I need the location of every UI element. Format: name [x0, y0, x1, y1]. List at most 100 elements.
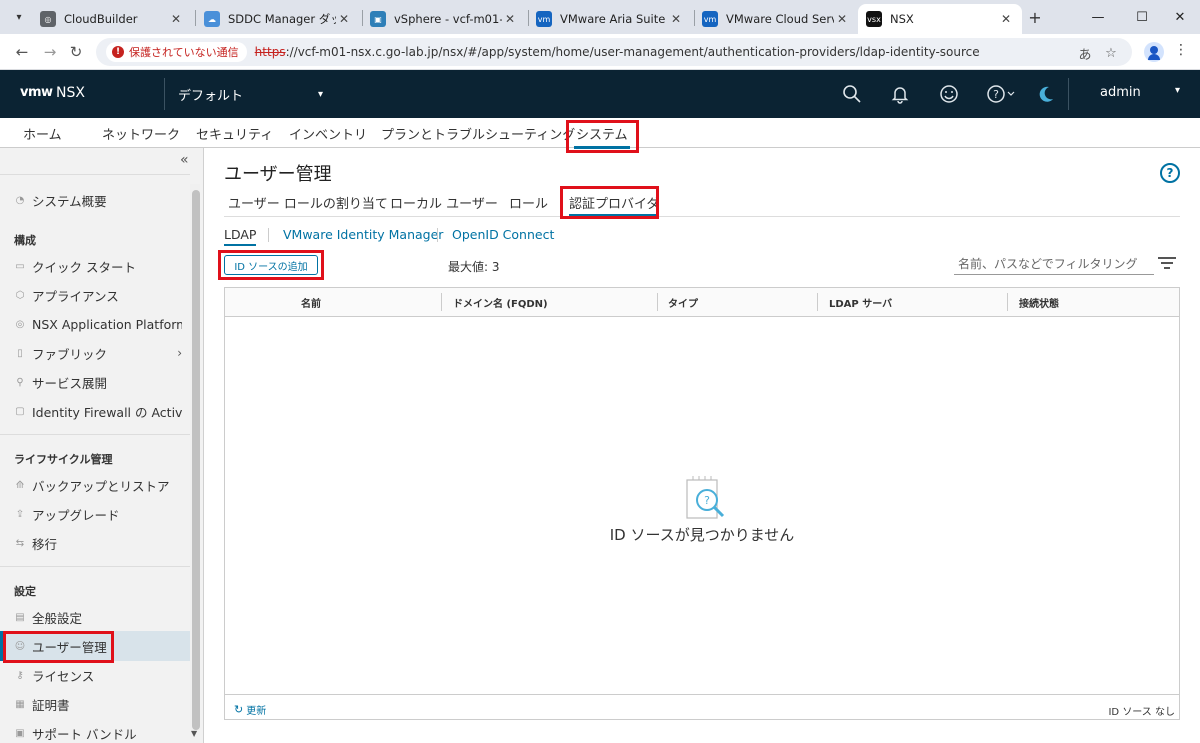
browser-tab[interactable]: vm VMware Aria Suite Lifecycle ✕ — [528, 4, 692, 34]
nav-networking[interactable]: ネットワーク — [102, 124, 180, 143]
sidebar-active-indicator — [0, 631, 3, 661]
close-icon[interactable]: ✕ — [834, 11, 850, 27]
subtab-ldap[interactable]: LDAP — [224, 227, 257, 246]
filter-input[interactable] — [954, 253, 1154, 275]
support-bundle-icon: ▣ — [15, 727, 25, 739]
column-header-name[interactable]: 名前 — [301, 288, 321, 317]
help-menu-icon[interactable]: ? — [986, 82, 1016, 106]
browser-tab[interactable]: ▣ vSphere - vcf-m01-vc-01.c ✕ — [362, 4, 526, 34]
browser-tab[interactable]: ◎ CloudBuilder ✕ — [32, 4, 192, 34]
chevron-down-icon: ▾ — [317, 89, 323, 100]
cloud-icon: ☁ — [204, 11, 220, 27]
nav-home[interactable]: ホーム — [23, 124, 62, 143]
tab-search-chevron-icon[interactable]: ▾ — [8, 6, 30, 28]
search-icon[interactable] — [840, 82, 864, 106]
address-bar[interactable]: ! 保護されていない通信 https ://vcf-m01-nsx.c.go-l… — [96, 38, 1132, 66]
browser-tab[interactable]: ☁ SDDC Manager ダッシュボード ✕ — [196, 4, 360, 34]
refresh-button[interactable]: ↻ 更新 — [234, 702, 266, 717]
sidebar-item-certificates[interactable]: ▦ 証明書 — [14, 692, 182, 716]
users-icon: ☺ — [14, 640, 26, 652]
add-identity-source-button[interactable]: ID ソースの追加 — [224, 255, 318, 275]
vmware-logo: vmw — [20, 85, 53, 100]
globe-icon: ◎ — [40, 11, 56, 27]
sidebar-item-nsx-application-platform[interactable]: ◎ NSX Application Platform — [14, 312, 182, 336]
warning-icon: ! — [112, 46, 124, 58]
sidebar-item-user-management[interactable]: ☺ ユーザー管理 — [14, 634, 182, 658]
sidebar-item-general-settings[interactable]: ▤ 全般設定 — [14, 605, 182, 629]
app-name: NSX — [56, 85, 85, 101]
insecure-connection-chip[interactable]: ! 保護されていない通信 — [106, 42, 247, 62]
column-divider[interactable] — [441, 293, 442, 311]
sidebar-item-support-bundle[interactable]: ▣ サポート バンドル — [14, 721, 182, 743]
minimize-icon[interactable]: — — [1076, 0, 1120, 34]
sidebar-item-service-deployment[interactable]: ⚲ サービス展開 — [14, 370, 182, 394]
forward-arrow-icon[interactable]: → — [38, 40, 62, 64]
vmware-icon: vm — [536, 11, 552, 27]
column-divider[interactable] — [657, 293, 658, 311]
window-close-icon[interactable]: ✕ — [1158, 0, 1200, 34]
sidebar-item-appliances[interactable]: ⬡ アプライアンス — [14, 283, 182, 307]
service-deploy-icon: ⚲ — [16, 376, 24, 388]
close-icon[interactable]: ✕ — [336, 11, 352, 27]
back-arrow-icon[interactable]: ← — [10, 40, 34, 64]
grid-header: 名前 ドメイン名 (FQDN) タイプ LDAP サーバ 接続状態 — [225, 288, 1179, 317]
refresh-icon: ↻ — [234, 703, 244, 716]
vmware-icon: vm — [702, 11, 718, 27]
sidebar-item-quick-start[interactable]: ▭ クイック スタート — [14, 254, 182, 278]
new-tab-plus-icon[interactable]: + — [1024, 6, 1046, 28]
sidebar-item-upgrade[interactable]: ⇪ アップグレード — [14, 502, 182, 526]
bookmark-star-icon[interactable]: ☆ — [1102, 44, 1120, 62]
dashboard-icon: ◔ — [15, 194, 25, 206]
sidebar-item-license[interactable]: ⚷ ライセンス — [14, 663, 182, 687]
sidebar-item-migrate[interactable]: ⇆ 移行 — [14, 531, 182, 555]
browser-tab-active[interactable]: vsx NSX ✕ — [858, 4, 1022, 34]
nav-plan-troubleshoot[interactable]: プランとトラブルシューティング — [381, 124, 575, 143]
backup-icon: ⟰ — [15, 479, 25, 491]
tab-authentication-providers[interactable]: 認証プロバイダ — [569, 193, 660, 217]
user-menu[interactable]: admin ▾ — [1100, 85, 1180, 100]
feedback-smiley-icon[interactable] — [937, 82, 961, 106]
subtab-vmware-identity-manager[interactable]: VMware Identity Manager — [283, 227, 443, 242]
close-icon[interactable]: ✕ — [168, 11, 184, 27]
close-icon[interactable]: ✕ — [502, 11, 518, 27]
reload-icon[interactable]: ↻ — [64, 40, 88, 64]
translate-icon[interactable]: あ — [1076, 44, 1094, 63]
column-header-type[interactable]: タイプ — [668, 288, 698, 317]
nav-security[interactable]: セキュリティ — [196, 124, 273, 143]
bell-icon[interactable] — [888, 82, 912, 106]
project-selector[interactable]: デフォルト ▾ — [178, 85, 323, 104]
column-header-domain[interactable]: ドメイン名 (FQDN) — [453, 288, 548, 317]
scroll-down-arrow-icon[interactable]: ▼ — [191, 729, 197, 738]
tab-local-users[interactable]: ローカル ユーザー — [390, 193, 498, 212]
nav-system[interactable]: システム — [574, 124, 630, 149]
empty-search-icon: ? — [686, 476, 725, 519]
nav-inventory[interactable]: インベントリ — [289, 124, 367, 143]
url-text: ://vcf-m01-nsx.c.go-lab.jp/nsx/#/app/sys… — [285, 45, 980, 59]
tab-roles[interactable]: ロール — [509, 193, 548, 212]
license-key-icon: ⚷ — [16, 669, 24, 681]
browser-menu-icon[interactable]: ⋮ — [1174, 42, 1188, 58]
column-divider[interactable] — [817, 293, 818, 311]
tab-role-assignment[interactable]: ユーザー ロールの割り当て — [228, 193, 388, 212]
collapse-double-chevron-icon[interactable]: « — [180, 152, 189, 168]
sidebar-item-system-overview[interactable]: ◔ システム概要 — [14, 188, 182, 212]
close-icon[interactable]: ✕ — [668, 11, 684, 27]
tabs-underline — [224, 216, 1180, 217]
max-count-label: 最大値: 3 — [448, 260, 500, 274]
appliance-icon: ⬡ — [15, 289, 25, 301]
column-divider[interactable] — [1007, 293, 1008, 311]
close-icon[interactable]: ✕ — [998, 11, 1014, 27]
help-icon[interactable]: ? — [1160, 163, 1180, 183]
sidebar-item-backup-restore[interactable]: ⟰ バックアップとリストア — [14, 473, 182, 497]
browser-tab[interactable]: vm VMware Cloud Services ✕ — [694, 4, 858, 34]
nsx-icon: vsx — [866, 11, 882, 27]
profile-avatar-icon[interactable] — [1144, 42, 1164, 62]
subtab-openid-connect[interactable]: OpenID Connect — [452, 227, 554, 242]
sidebar-item-fabric[interactable]: ▯ ファブリック › — [14, 341, 182, 365]
column-header-ldap-server[interactable]: LDAP サーバ — [829, 288, 892, 317]
filter-lines-icon[interactable] — [1158, 257, 1176, 271]
column-header-connection-status[interactable]: 接続状態 — [1019, 288, 1059, 317]
dark-mode-moon-icon[interactable] — [1034, 82, 1058, 106]
sidebar-scrollbar-thumb[interactable] — [192, 190, 200, 730]
sidebar-item-identity-firewall[interactable]: ▢ Identity Firewall の Active ... — [14, 399, 182, 423]
